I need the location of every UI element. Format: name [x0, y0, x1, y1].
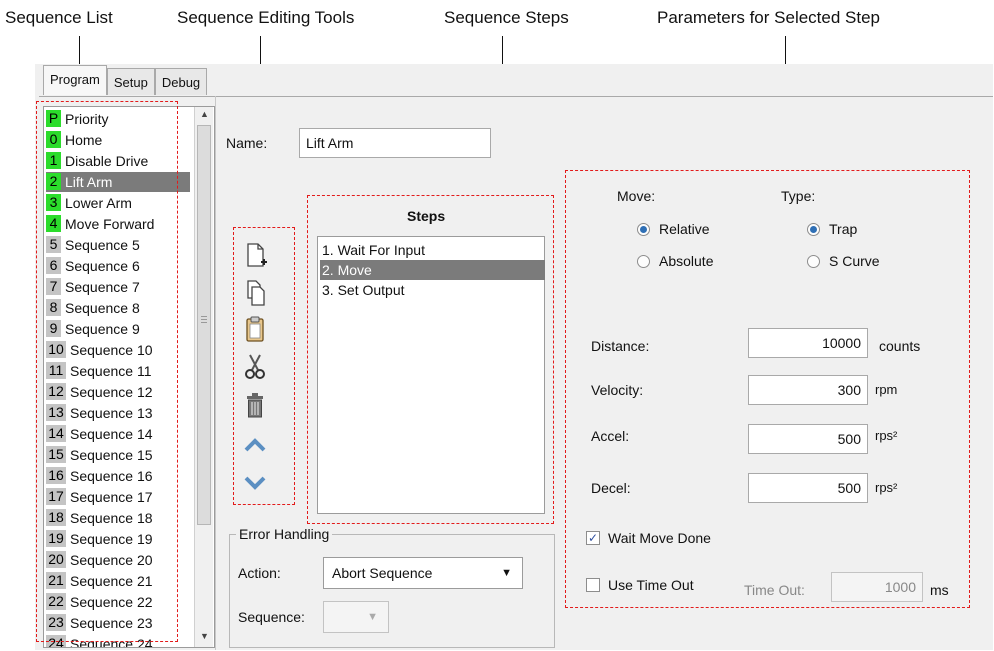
callout-sequence-list: Sequence List — [5, 8, 113, 27]
sequence-dropdown[interactable]: ▼ — [323, 601, 389, 633]
action-label: Action: — [238, 565, 281, 581]
highlight-sequence-steps — [307, 195, 554, 524]
error-handling-title: Error Handling — [236, 526, 333, 542]
name-input[interactable]: Lift Arm — [299, 128, 491, 158]
scroll-up-arrow[interactable]: ▲ — [200, 109, 209, 119]
tab-setup[interactable]: Setup — [106, 68, 155, 95]
tab-bar: Program Setup Debug — [43, 65, 208, 95]
highlight-sequence-list — [36, 101, 178, 642]
chevron-down-icon: ▼ — [367, 611, 378, 623]
callout-editing-tools: Sequence Editing Tools — [177, 8, 355, 27]
sequence-label: Sequence: — [238, 609, 305, 625]
error-handling-group — [229, 534, 555, 648]
scrollbar-thumb[interactable] — [197, 125, 211, 525]
highlight-parameters — [565, 170, 970, 608]
chevron-down-icon: ▼ — [501, 567, 512, 579]
highlight-editing-tools — [233, 227, 295, 505]
callout-parameters: Parameters for Selected Step — [657, 8, 881, 27]
action-dropdown[interactable]: Abort Sequence ▼ — [323, 557, 523, 589]
sequence-list-scrollbar[interactable]: ▲ ▼ — [194, 107, 213, 647]
action-value: Abort Sequence — [332, 565, 433, 581]
tab-program[interactable]: Program — [43, 65, 107, 95]
callout-sequence-steps: Sequence Steps — [444, 8, 569, 27]
scroll-down-arrow[interactable]: ▼ — [200, 631, 209, 641]
name-label: Name: — [226, 135, 268, 151]
splitter[interactable] — [215, 96, 216, 650]
tab-debug[interactable]: Debug — [154, 68, 208, 95]
